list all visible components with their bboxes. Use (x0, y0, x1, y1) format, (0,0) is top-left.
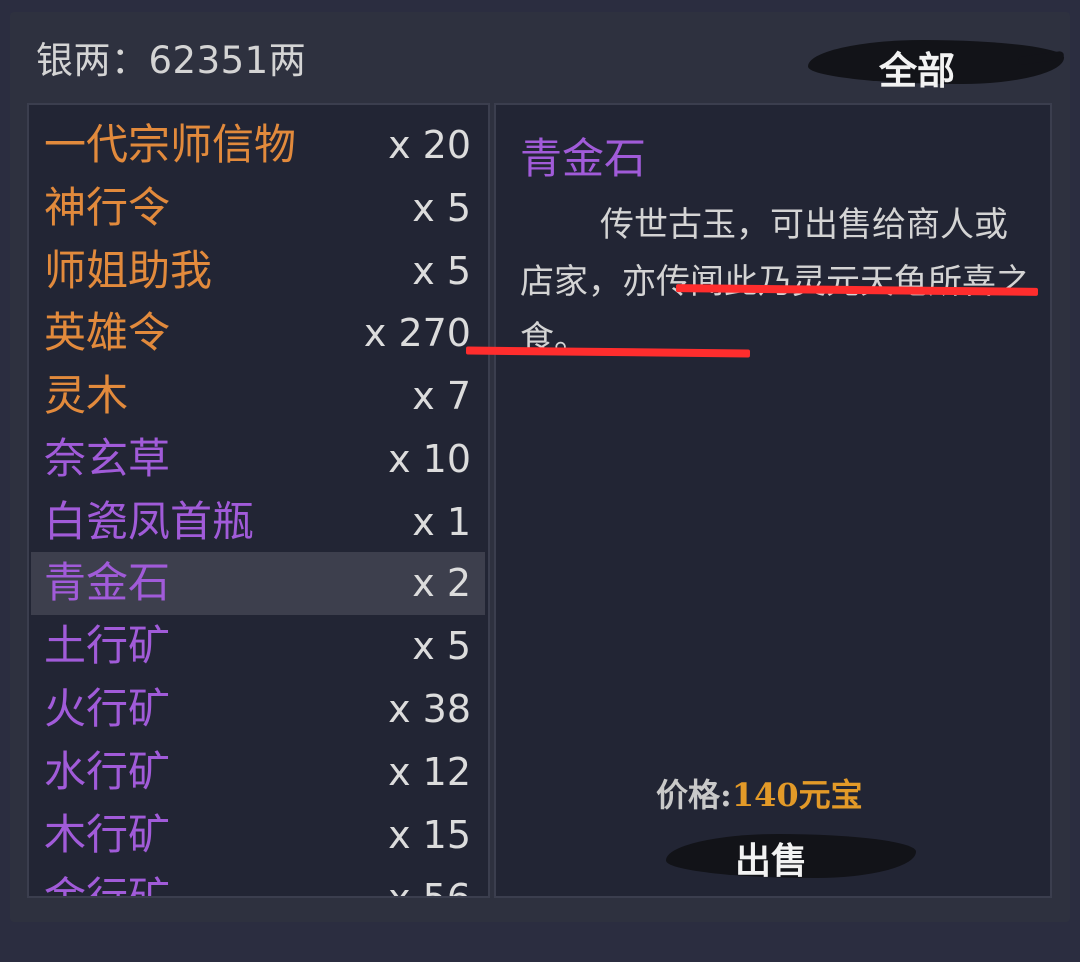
item-name: 神行令 (44, 183, 171, 232)
item-name: 奈玄草 (44, 434, 171, 483)
filter-all-label: 全部 (878, 48, 955, 93)
list-item[interactable]: 奈玄草 x 10 (31, 428, 485, 491)
item-count: x 5 (412, 186, 471, 230)
item-list[interactable]: 一代宗师信物 x 20 神行令 x 5 师姐助我 x 5 英雄令 x 270 灵木 x 7 奈玄草 x… (27, 103, 490, 898)
item-name: 火行矿 (44, 684, 171, 733)
list-item[interactable]: 一代宗师信物 x 20 (31, 114, 485, 177)
filter-all-button[interactable]: 全部 (808, 34, 1065, 93)
list-item[interactable]: 水行矿 x 12 (31, 741, 485, 804)
list-item[interactable]: 火行矿 x 38 (31, 678, 485, 741)
price-value: 140元宝 (731, 776, 863, 814)
item-count: x 1 (412, 500, 471, 544)
item-count: x 15 (388, 813, 471, 857)
list-item[interactable]: 神行令 x 5 (31, 177, 485, 240)
item-name: 木行矿 (44, 810, 171, 859)
item-name: 师姐助我 (44, 246, 213, 295)
item-name: 金行矿 (44, 873, 171, 898)
item-detail-title: 青金石 (520, 134, 647, 183)
item-name: 土行矿 (44, 621, 171, 670)
item-count: x 270 (363, 311, 471, 355)
list-item[interactable]: 白瓷凤首瓶 x 1 (31, 491, 485, 554)
list-item[interactable]: 师姐助我 x 5 (31, 240, 485, 303)
sell-button-label: 出售 (734, 840, 807, 882)
item-count: x 7 (412, 374, 471, 418)
item-name: 英雄令 (44, 308, 171, 357)
silver-balance: 银两：62351两 (36, 39, 307, 82)
item-name: 白瓷凤首瓶 (44, 497, 255, 546)
list-item[interactable]: 土行矿 x 5 (31, 615, 485, 678)
price-row: 价格:140元宝 (656, 770, 863, 816)
item-count: x 56 (388, 876, 471, 898)
item-detail-panel: 青金石 传世古玉，可出售给商人或店家，亦传闻此乃灵元天龟所喜之食。 价格:140… (494, 103, 1052, 898)
item-count: x 2 (412, 561, 471, 605)
item-count: x 12 (388, 750, 471, 794)
item-name: 一代宗师信物 (44, 120, 297, 169)
list-item[interactable]: 金行矿 x 56 (31, 867, 485, 898)
item-name: 灵木 (44, 371, 129, 420)
item-count: x 38 (388, 687, 471, 731)
list-item[interactable]: 木行矿 x 15 (31, 804, 485, 867)
item-name: 青金石 (44, 558, 171, 607)
price-label: 价格: (656, 776, 732, 814)
item-count: x 10 (388, 437, 471, 481)
list-item[interactable]: 英雄令 x 270 (31, 302, 485, 365)
list-item[interactable]: 青金石 x 2 (31, 552, 485, 615)
item-name: 水行矿 (44, 747, 171, 796)
item-count: x 5 (412, 624, 471, 668)
item-count: x 20 (388, 123, 471, 167)
item-detail-description: 传世古玉，可出售给商人或店家，亦传闻此乃灵元天龟所喜之食。 (520, 205, 1030, 359)
item-count: x 5 (412, 249, 471, 293)
sell-button[interactable]: 出售 (666, 832, 916, 882)
list-item[interactable]: 灵木 x 7 (31, 365, 485, 428)
